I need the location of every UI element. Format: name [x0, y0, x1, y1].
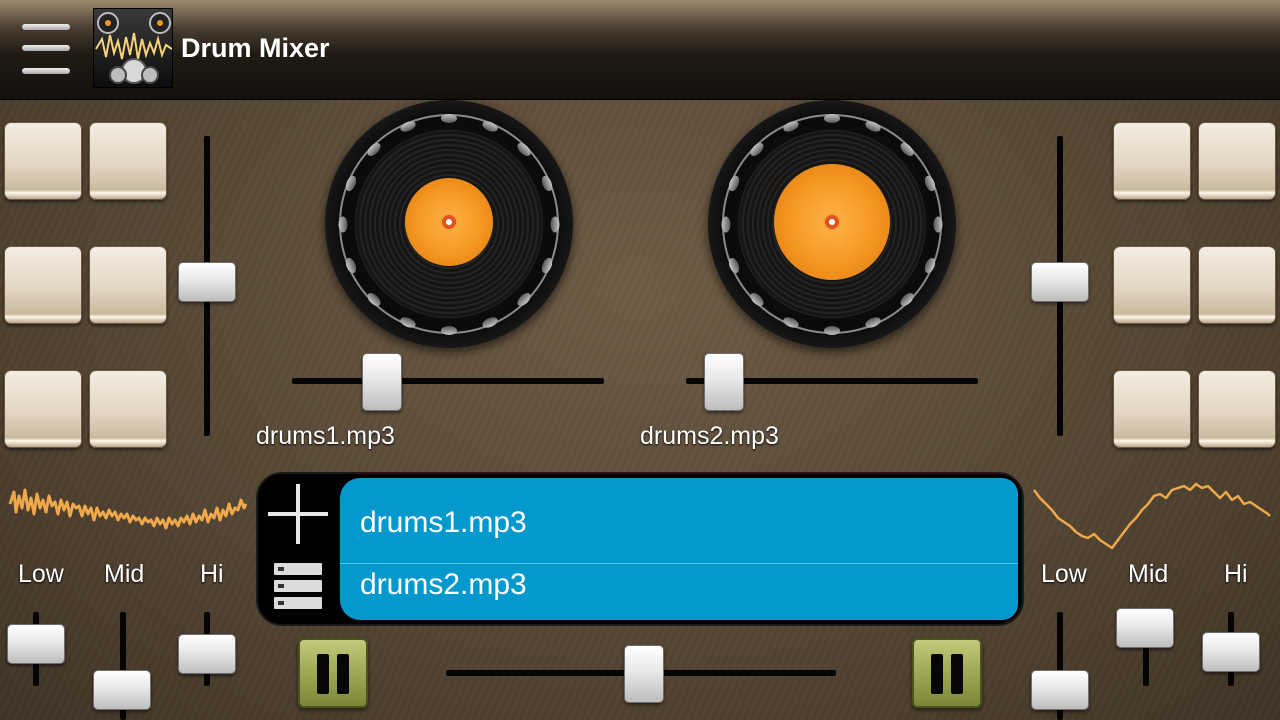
drum-pad-left-3[interactable]: [4, 246, 82, 324]
left-pitch-knob[interactable]: [362, 353, 402, 411]
drum-pad-left-4[interactable]: [89, 246, 167, 324]
left-eq-hi-knob[interactable]: [178, 634, 236, 674]
drum-pad-left-1[interactable]: [4, 122, 82, 200]
playlist-item-label: drums2.mp3: [360, 568, 527, 601]
left-waveform: [8, 488, 248, 530]
drum-kit-app-icon: [93, 8, 173, 88]
pause-icon: [317, 654, 329, 694]
left-pause-button[interactable]: [298, 638, 368, 708]
drum-pad-left-2[interactable]: [89, 122, 167, 200]
turntable-stud: [550, 216, 560, 233]
right-volume-knob[interactable]: [1031, 262, 1089, 302]
playlist-item-label: drums1.mp3: [360, 506, 527, 539]
drum-pad-right-4[interactable]: [1198, 246, 1276, 324]
playlist-list[interactable]: drums1.mp3 drums2.mp3: [340, 478, 1018, 620]
right-eq-low-knob[interactable]: [1031, 670, 1089, 710]
turntable-stud: [441, 114, 457, 123]
crossfader-knob[interactable]: [624, 645, 664, 703]
playlist-item[interactable]: drums2.mp3: [340, 564, 1018, 620]
left-eq-low-label: Low: [18, 560, 64, 588]
plus-icon[interactable]: [268, 484, 328, 544]
playlist-item[interactable]: drums1.mp3: [340, 478, 1018, 564]
left-volume-knob[interactable]: [178, 262, 236, 302]
left-eq-low-knob[interactable]: [7, 624, 65, 664]
left-eq-mid-label: Mid: [104, 560, 145, 588]
drum-pad-right-6[interactable]: [1198, 370, 1276, 448]
turntable-stud: [824, 326, 840, 335]
left-eq-hi-label: Hi: [200, 560, 224, 588]
turntable-stud: [721, 216, 731, 233]
pause-icon: [931, 654, 943, 694]
drum-pad-right-1[interactable]: [1113, 122, 1191, 200]
right-deck-filename: drums2.mp3: [640, 422, 779, 450]
right-eq-mid-knob[interactable]: [1116, 608, 1174, 648]
drum-pad-right-2[interactable]: [1198, 122, 1276, 200]
turntable-stud: [933, 216, 943, 233]
drum-pad-left-6[interactable]: [89, 370, 167, 448]
left-deck-filename: drums1.mp3: [256, 422, 395, 450]
turntable-stud: [338, 216, 348, 233]
right-pitch-knob[interactable]: [704, 353, 744, 411]
turntable-stud: [824, 114, 840, 123]
hamburger-menu-icon[interactable]: [22, 22, 70, 78]
drum-pad-left-5[interactable]: [4, 370, 82, 448]
left-pitch-track[interactable]: [292, 378, 604, 384]
right-turntable[interactable]: [708, 100, 956, 348]
right-eq-hi-knob[interactable]: [1202, 632, 1260, 672]
right-waveform: [1033, 482, 1271, 550]
app-title: Drum Mixer: [181, 33, 330, 63]
right-eq-mid-label: Mid: [1128, 560, 1169, 588]
list-icon[interactable]: [274, 563, 322, 611]
turntable-stud: [441, 326, 457, 335]
right-pause-button[interactable]: [912, 638, 982, 708]
drum-pad-right-3[interactable]: [1113, 246, 1191, 324]
left-eq-mid-knob[interactable]: [93, 670, 151, 710]
right-eq-hi-label: Hi: [1224, 560, 1248, 588]
left-turntable[interactable]: [325, 100, 573, 348]
drum-pad-right-5[interactable]: [1113, 370, 1191, 448]
right-eq-low-label: Low: [1041, 560, 1087, 588]
